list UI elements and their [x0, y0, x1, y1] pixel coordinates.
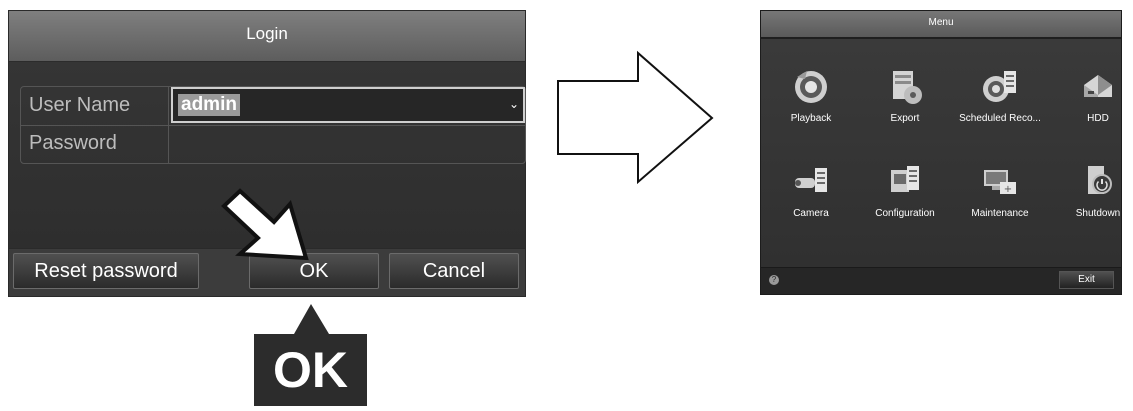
scheduled-recording-icon [983, 71, 1016, 102]
menu-tile-label: Shutdown [1075, 208, 1121, 219]
menu-tile-label: HDD [1087, 113, 1109, 124]
pointer-arrow-icon [221, 188, 309, 261]
password-row: Password [21, 125, 525, 163]
ok-callout-label: OK [273, 342, 348, 398]
configuration-icon [891, 166, 919, 192]
menu-tile-playback[interactable]: Playback [766, 61, 856, 141]
exit-button[interactable]: Exit [1059, 271, 1114, 289]
menu-tile-label: Export [890, 113, 920, 124]
menu-tile-label: Configuration [875, 208, 935, 219]
username-select[interactable]: admin ⌄ [171, 87, 525, 123]
menu-footer: ? Exit [761, 267, 1121, 294]
maintenance-icon: + [984, 170, 1016, 195]
hdd-icon [1084, 75, 1112, 97]
chevron-down-icon: ⌄ [508, 97, 519, 111]
menu-tile-camera[interactable]: Camera [766, 156, 856, 236]
camera-icon [795, 168, 827, 192]
menu-tile-label: Scheduled Reco... [959, 113, 1041, 124]
username-value: admin [178, 94, 240, 116]
main-menu: Menu Playback Export Scheduled Reco... H… [760, 10, 1122, 295]
menu-tile-label: Maintenance [971, 208, 1029, 219]
menu-tile-maintenance[interactable]: + Maintenance [955, 156, 1045, 236]
login-form: User Name admin ⌄ Password [20, 86, 526, 164]
cancel-button[interactable]: Cancel [389, 253, 519, 289]
menu-tile-label: Camera [793, 208, 829, 219]
menu-tile-scheduled-recording[interactable]: Scheduled Reco... [955, 61, 1045, 141]
menu-tile-export[interactable]: Export [860, 61, 950, 141]
ok-callout: OK [254, 298, 367, 411]
menu-tile-configuration[interactable]: Configuration [860, 156, 950, 236]
export-icon [893, 71, 922, 104]
username-label: User Name [21, 87, 169, 125]
menu-title: Menu [761, 11, 1121, 39]
menu-tile-hdd[interactable]: HDD [1053, 61, 1133, 141]
right-arrow-icon [557, 50, 714, 185]
password-field[interactable] [171, 125, 525, 162]
menu-tile-shutdown[interactable]: Shutdown [1053, 156, 1133, 236]
help-icon[interactable]: ? [769, 275, 779, 285]
svg-text:+: + [1004, 184, 1012, 195]
menu-body: Playback Export Scheduled Reco... HDD Ca… [761, 39, 1121, 268]
username-row: User Name admin ⌄ [21, 87, 525, 126]
shutdown-icon [1088, 166, 1112, 194]
login-title: Login [9, 11, 525, 62]
menu-tile-label: Playback [790, 113, 832, 124]
playback-icon [795, 71, 827, 103]
reset-password-button[interactable]: Reset password [13, 253, 199, 289]
password-label: Password [21, 125, 169, 163]
